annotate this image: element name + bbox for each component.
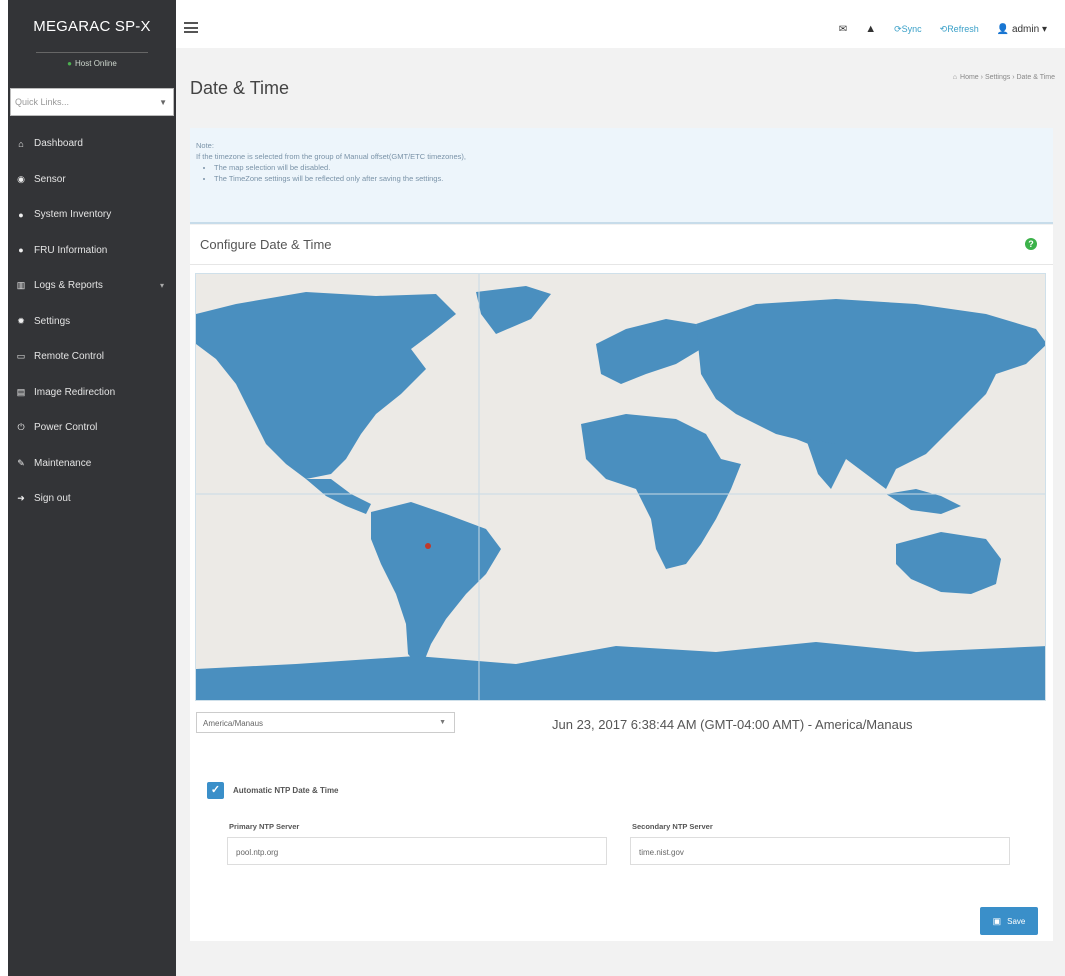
info-icon: ● <box>18 245 24 256</box>
ntp-label: Automatic NTP Date & Time <box>233 786 339 795</box>
timezone-select[interactable]: America/Manaus ▼ <box>196 712 455 733</box>
sidebar-item-label: Dashboard <box>34 138 83 150</box>
refresh-button[interactable]: ⟲Refresh <box>940 24 979 35</box>
power-icon: ⏻ <box>17 422 25 433</box>
user-menu[interactable]: 👤 admin ▾ <box>997 24 1047 35</box>
breadcrumb-current: Date & Time <box>1016 74 1055 81</box>
chart-icon: ▥ <box>16 280 26 291</box>
refresh-label: Refresh <box>947 23 979 34</box>
info-icon: ● <box>18 209 24 220</box>
primary-ntp-label: Primary NTP Server <box>229 822 300 831</box>
secondary-ntp-value: time.nist.gov <box>639 848 684 857</box>
quick-links-placeholder: Quick Links... <box>15 97 70 107</box>
sidebar-item-label: Sensor <box>34 173 66 185</box>
breadcrumb: ⌂ Home › Settings › Date & Time <box>952 74 1055 81</box>
sync-button[interactable]: ⟳Sync <box>894 24 922 35</box>
note-text: If the timezone is selected from the gro… <box>196 152 466 161</box>
panel-title: Configure Date & Time <box>200 237 332 252</box>
secondary-ntp-label: Secondary NTP Server <box>632 822 713 831</box>
user-name: admin <box>1011 23 1040 35</box>
save-icon: ▣ <box>992 915 1002 926</box>
sidebar-item-system-inventory[interactable]: ● System Inventory <box>8 197 176 233</box>
page-title: Date & Time <box>190 78 290 98</box>
ntp-toggle-row: ✓ Automatic NTP Date & Time <box>207 782 339 799</box>
menu-toggle-icon[interactable] <box>184 22 198 33</box>
home-icon: ⌂ <box>952 74 958 81</box>
sensor-icon: ◉ <box>17 173 25 184</box>
note-bullets: The map selection will be disabled. The … <box>214 162 1047 184</box>
timezone-select-value: America/Manaus <box>203 719 264 728</box>
note-box: Note: If the timezone is selected from t… <box>190 128 1053 224</box>
wrench-icon: ✎ <box>17 457 25 468</box>
sidebar-item-sign-out[interactable]: ➜ Sign out <box>8 481 176 517</box>
sidebar-item-dashboard[interactable]: ⌂ Dashboard <box>8 126 176 162</box>
primary-ntp-value: pool.ntp.org <box>236 848 279 857</box>
signout-icon: ➜ <box>17 493 25 504</box>
status-dot-icon: ● <box>67 59 73 68</box>
sidebar-item-settings[interactable]: ✹ Settings <box>8 304 176 340</box>
monitor-icon: ▭ <box>16 351 26 362</box>
sidebar-item-image-redirection[interactable]: ▤ Image Redirection <box>8 375 176 411</box>
panel-header: Configure Date & Time ? <box>190 225 1053 265</box>
note-heading: Note: <box>196 141 214 150</box>
save-label: Save <box>1007 916 1026 926</box>
breadcrumb-settings[interactable]: Settings <box>985 74 1010 81</box>
sidebar-item-logs-reports[interactable]: ▥ Logs & Reports ▾ <box>8 268 176 304</box>
sidebar-item-label: Power Control <box>34 422 98 434</box>
sidebar-item-label: Image Redirection <box>34 386 116 398</box>
chevron-down-icon: ▾ <box>1041 23 1047 35</box>
sidebar-item-fru-information[interactable]: ● FRU Information <box>8 233 176 269</box>
gear-icon: ✹ <box>17 315 25 326</box>
sidebar: MEGARAC SP-X ● Host Online Quick Links...… <box>8 0 176 976</box>
sync-label: Sync <box>901 23 922 34</box>
timezone-map[interactable] <box>195 273 1046 701</box>
main-content: Date & Time ⌂ Home › Settings › Date & Ti… <box>176 48 1065 976</box>
envelope-icon[interactable]: ✉ <box>839 24 847 35</box>
sidebar-item-label: Settings <box>34 315 71 327</box>
disk-icon: ▤ <box>16 386 26 397</box>
sidebar-item-sensor[interactable]: ◉ Sensor <box>8 162 176 198</box>
note-bullet: The TimeZone settings will be reflected … <box>214 173 1047 184</box>
quick-links-select[interactable]: Quick Links... ▼ <box>10 88 174 116</box>
topbar: ✉ ▲ ⟳Sync ⟲Refresh 👤 admin ▾ <box>176 0 1065 48</box>
secondary-ntp-field[interactable]: time.nist.gov <box>630 837 1010 865</box>
save-button[interactable]: ▣ Save <box>980 907 1038 935</box>
world-map-svg[interactable] <box>196 274 1046 701</box>
note-bullet: The map selection will be disabled. <box>214 162 1047 173</box>
dashboard-icon: ⌂ <box>18 138 24 149</box>
sidebar-item-label: System Inventory <box>34 209 112 221</box>
primary-ntp-field[interactable]: pool.ntp.org <box>227 837 607 865</box>
topbar-actions: ✉ ▲ ⟳Sync ⟲Refresh 👤 admin ▾ <box>821 23 1047 35</box>
sidebar-item-label: FRU Information <box>34 244 108 256</box>
selected-location-marker <box>425 543 431 549</box>
datetime-readout: Jun 23, 2017 6:38:44 AM (GMT-04:00 AMT) … <box>552 717 913 732</box>
brand-divider <box>36 52 148 53</box>
sidebar-item-label: Logs & Reports <box>34 280 103 292</box>
host-status-text: Host Online <box>75 59 117 68</box>
help-icon[interactable]: ? <box>1025 238 1037 250</box>
sidebar-item-label: Remote Control <box>34 351 105 363</box>
host-status: ● Host Online <box>8 59 176 68</box>
user-icon: 👤 <box>996 23 1010 35</box>
chevron-down-icon: ▼ <box>159 98 167 107</box>
configure-panel: Configure Date & Time ? America/Manaus ▼… <box>190 225 1053 941</box>
chevron-down-icon: ▼ <box>439 719 446 726</box>
sidebar-item-label: Maintenance <box>34 457 92 469</box>
breadcrumb-home[interactable]: Home <box>960 74 979 81</box>
sidebar-item-maintenance[interactable]: ✎ Maintenance <box>8 446 176 482</box>
sidebar-item-power-control[interactable]: ⏻ Power Control <box>8 410 176 446</box>
chevron-down-icon: ▾ <box>159 281 164 291</box>
sidebar-item-label: Sign out <box>34 493 71 505</box>
warning-icon[interactable]: ▲ <box>865 23 876 35</box>
ntp-checkbox[interactable]: ✓ <box>207 782 224 799</box>
brand-title: MEGARAC SP-X <box>33 18 151 35</box>
sync-icon: ⟳ <box>894 23 902 34</box>
sidebar-item-remote-control[interactable]: ▭ Remote Control <box>8 339 176 375</box>
sidebar-nav: ⌂ Dashboard ◉ Sensor ● System Inventory ● FR… <box>8 126 176 517</box>
